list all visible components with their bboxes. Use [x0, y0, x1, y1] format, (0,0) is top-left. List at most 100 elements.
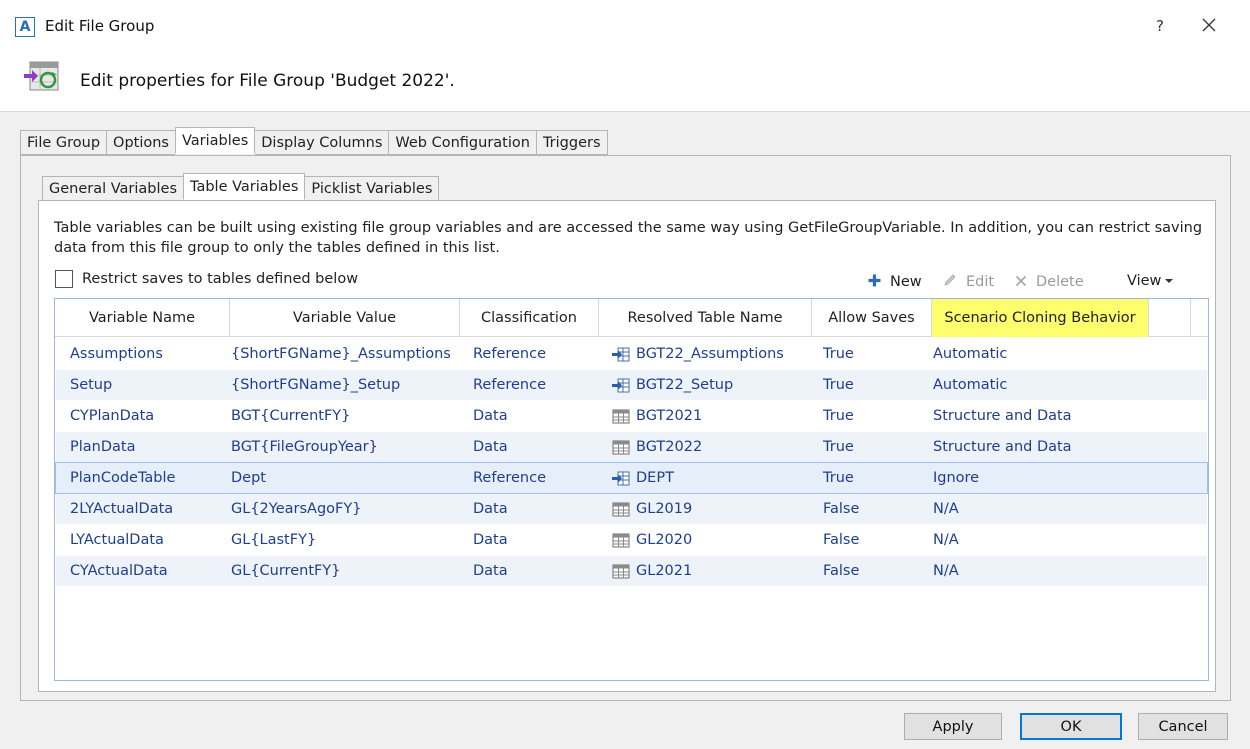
- data-table-icon: [612, 533, 630, 548]
- variable-value-cell-text: Dept: [231, 470, 266, 486]
- tab-general-variables[interactable]: General Variables: [42, 176, 184, 201]
- classification-cell-text: Data: [473, 563, 508, 579]
- close-icon: [1202, 18, 1216, 32]
- classification-cell: Data: [473, 432, 508, 462]
- resolved-table-cell-text: DEPT: [636, 470, 674, 486]
- table-row[interactable]: PlanData BGT{FileGroupYear} Data BGT2022 Tru…: [56, 432, 1207, 462]
- classification-cell-text: Data: [473, 532, 508, 548]
- column-header-variable-value[interactable]: Variable Value: [230, 299, 460, 337]
- cloning-behavior-cell-text: Automatic: [933, 346, 1008, 362]
- cancel-button[interactable]: Cancel: [1138, 713, 1228, 740]
- allow-saves-cell: False: [823, 494, 859, 524]
- variable-name-cell-text: 2LYActualData: [70, 501, 174, 517]
- cloning-behavior-cell: N/A: [933, 525, 959, 555]
- data-table-icon: [612, 409, 630, 424]
- table-row[interactable]: PlanCodeTable Dept Reference DEPT True Ignore: [55, 462, 1208, 494]
- table-row[interactable]: CYActualData GL{CurrentFY} Data GL2021 False…: [56, 556, 1207, 586]
- classification-cell-text: Reference: [473, 470, 547, 486]
- variable-name-cell: Assumptions: [70, 339, 163, 369]
- resolved-table-cell-text: GL2021: [636, 563, 693, 579]
- classification-cell: Reference: [473, 370, 546, 400]
- edit-button[interactable]: Edit: [943, 273, 994, 291]
- table-row[interactable]: Assumptions {ShortFGName}_Assumptions Refe…: [56, 339, 1207, 369]
- variable-value-cell-text: GL{LastFY}: [231, 532, 317, 548]
- table-variables-grid[interactable]: Variable Name Variable Value Classificat…: [54, 298, 1209, 681]
- cloning-behavior-cell: Automatic: [933, 339, 1007, 369]
- classification-cell-text: Reference: [473, 346, 547, 362]
- classification-cell: Data: [473, 556, 508, 586]
- column-header-scenario-cloning-behavior[interactable]: Scenario Cloning Behavior: [932, 299, 1149, 337]
- file-group-refresh-icon: [24, 61, 59, 91]
- table-row[interactable]: LYActualData GL{LastFY} Data GL2020 False N/A: [56, 525, 1207, 555]
- resolved-table-cell-text: BGT22_Assumptions: [636, 346, 784, 362]
- variable-value-cell-text: BGT{FileGroupYear}: [231, 439, 378, 455]
- variable-value-cell: GL{LastFY}: [231, 525, 316, 555]
- tab-triggers[interactable]: Triggers: [535, 130, 608, 155]
- allow-saves-cell: False: [823, 525, 859, 555]
- grid-header: Variable Name Variable Value Classificat…: [55, 299, 1208, 337]
- variable-name-cell-text: LYActualData: [70, 532, 164, 548]
- tab-variables[interactable]: Variables: [174, 127, 256, 154]
- variable-value-cell: GL{CurrentFY}: [231, 556, 340, 586]
- new-label: New: [890, 274, 922, 290]
- cloning-behavior-cell: N/A: [933, 556, 959, 586]
- resolved-table-cell: BGT22_Assumptions: [612, 339, 784, 369]
- ok-button[interactable]: OK: [1020, 713, 1122, 740]
- allow-saves-cell-text: True: [823, 377, 854, 393]
- variable-value-cell: BGT{CurrentFY}: [231, 401, 350, 431]
- tab-web-configuration[interactable]: Web Configuration: [388, 130, 536, 155]
- variable-value-cell: {ShortFGName}_Assumptions: [231, 339, 451, 369]
- variable-value-cell: BGT{FileGroupYear}: [231, 432, 378, 462]
- variable-name-cell: Setup: [70, 370, 112, 400]
- cloning-behavior-cell-text: Structure and Data: [933, 408, 1072, 424]
- resolved-table-cell: GL2019: [612, 494, 692, 524]
- cloning-behavior-cell: Automatic: [933, 370, 1007, 400]
- tab-display-columns[interactable]: Display Columns: [255, 130, 389, 155]
- column-header-classification[interactable]: Classification: [460, 299, 599, 337]
- allow-saves-cell-text: True: [823, 408, 854, 424]
- delete-button[interactable]: Delete: [1015, 273, 1084, 291]
- allow-saves-cell: True: [823, 370, 854, 400]
- restrict-saves-option[interactable]: Restrict saves to tables defined below: [55, 270, 358, 288]
- cloning-behavior-cell-text: N/A: [933, 501, 959, 517]
- help-button[interactable]: ?: [1148, 14, 1172, 38]
- variable-name-cell-text: CYActualData: [70, 563, 168, 579]
- delete-x-icon: [1015, 273, 1027, 291]
- variable-name-cell: CYPlanData: [70, 401, 154, 431]
- dialog-header: Edit properties for File Group 'Budget 2…: [0, 52, 1250, 112]
- classification-cell: Data: [473, 525, 508, 555]
- variable-subtabs: General Variables Table Variables Pickli…: [42, 173, 440, 201]
- main-tabs: File Group Options Variables Display Col…: [20, 127, 608, 155]
- delete-label: Delete: [1036, 274, 1084, 290]
- app-logo-icon: A: [15, 17, 35, 37]
- view-menu-button[interactable]: View: [1127, 273, 1174, 289]
- resolved-table-cell-text: BGT2022: [636, 439, 703, 455]
- resolved-table-cell-text: GL2020: [636, 532, 693, 548]
- table-row[interactable]: 2LYActualData GL{2YearsAgoFY} Data GL2019 Fa…: [56, 494, 1207, 524]
- tab-file-group[interactable]: File Group: [20, 130, 107, 155]
- column-header-resolved-table-name[interactable]: Resolved Table Name: [599, 299, 812, 337]
- new-button[interactable]: New: [868, 273, 922, 291]
- allow-saves-cell-text: False: [823, 532, 860, 548]
- apply-button[interactable]: Apply: [904, 713, 1002, 740]
- classification-cell-text: Reference: [473, 377, 547, 393]
- classification-cell-text: Data: [473, 439, 508, 455]
- close-button[interactable]: [1196, 12, 1222, 38]
- classification-cell: Reference: [473, 463, 546, 493]
- chevron-down-icon: [1165, 279, 1174, 283]
- tab-options[interactable]: Options: [106, 130, 175, 155]
- column-header-allow-saves[interactable]: Allow Saves: [812, 299, 932, 337]
- restrict-saves-checkbox[interactable]: [55, 270, 73, 288]
- allow-saves-cell: False: [823, 556, 859, 586]
- cloning-behavior-cell-text: N/A: [933, 563, 959, 579]
- table-row[interactable]: Setup {ShortFGName}_Setup Reference BGT22_S…: [56, 370, 1207, 400]
- tab-table-variables[interactable]: Table Variables: [183, 173, 306, 200]
- cloning-behavior-cell-text: Automatic: [933, 377, 1008, 393]
- allow-saves-cell: True: [823, 401, 854, 431]
- table-row[interactable]: CYPlanData BGT{CurrentFY} Data BGT2021 True S…: [56, 401, 1207, 431]
- allow-saves-cell-text: True: [823, 470, 854, 486]
- tab-picklist-variables[interactable]: Picklist Variables: [305, 176, 440, 201]
- column-header-variable-name[interactable]: Variable Name: [55, 299, 230, 337]
- classification-cell: Reference: [473, 339, 546, 369]
- edit-label: Edit: [966, 274, 995, 290]
